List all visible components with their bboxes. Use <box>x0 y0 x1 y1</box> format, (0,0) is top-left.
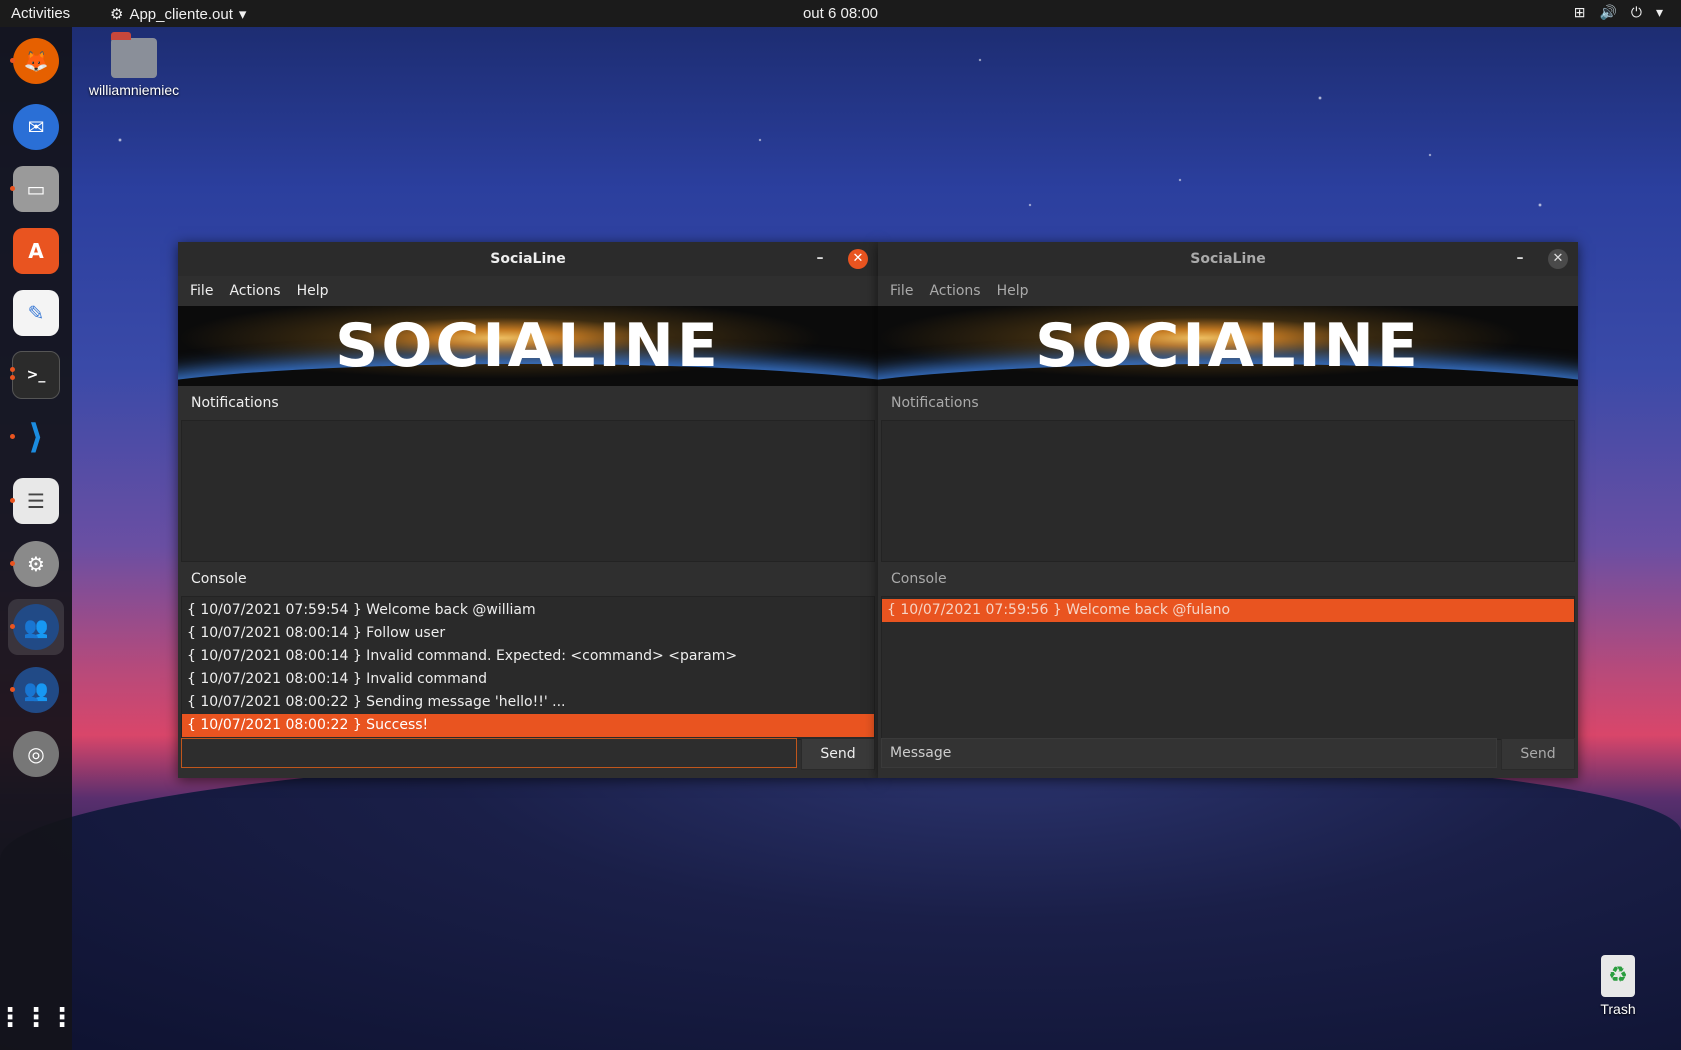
running-indicator <box>10 434 15 439</box>
window-title: SociaLine <box>490 251 566 267</box>
trash-icon: ♻ <box>1601 955 1635 997</box>
menu-help[interactable]: Help <box>989 283 1037 299</box>
running-indicator <box>10 498 15 503</box>
notifications-list[interactable] <box>181 420 875 562</box>
list-item[interactable]: { 10/07/2021 08:00:14 } Invalid command.… <box>182 645 874 668</box>
dock-socialine-2[interactable]: 👥 <box>8 662 64 718</box>
banner-image: SOCIALINE <box>178 306 878 386</box>
dock-firefox[interactable]: 🦊 <box>8 33 64 89</box>
message-input[interactable] <box>181 738 797 768</box>
dock: 🦊 ✉ ▭ A ✎ >_ ⟩ ☰ ⚙ 👥 👥 ◎ ⋮⋮⋮ <box>0 27 75 1050</box>
menu-help[interactable]: Help <box>289 283 337 299</box>
banner-logo-text: SOCIALINE <box>1035 311 1421 381</box>
settings-icon: ⚙ <box>13 541 59 587</box>
running-indicator <box>10 687 15 692</box>
list-item[interactable]: { 10/07/2021 08:00:14 } Follow user <box>182 622 874 645</box>
console-label: Console <box>891 571 947 587</box>
close-button[interactable]: ✕ <box>1548 249 1568 269</box>
grid-icon: ⋮⋮⋮ <box>0 1003 75 1033</box>
console-list[interactable]: { 10/07/2021 07:59:54 } Welcome back @wi… <box>181 596 875 740</box>
disc-icon: ◎ <box>13 731 59 777</box>
software-icon: A <box>13 228 59 274</box>
dock-settings[interactable]: ⚙ <box>8 536 64 592</box>
vscode-icon: ⟩ <box>28 417 44 457</box>
console-list[interactable]: { 10/07/2021 07:59:56 } Welcome back @fu… <box>881 596 1575 740</box>
minimize-button[interactable]: – <box>1510 248 1530 268</box>
text-editor-icon: ✎ <box>13 290 59 336</box>
network-icon: ⊞ <box>1573 4 1586 20</box>
notifications-label: Notifications <box>191 395 279 411</box>
clock[interactable]: out 6 08:00 <box>0 5 1681 22</box>
menu-actions[interactable]: Actions <box>221 283 288 299</box>
menu-actions[interactable]: Actions <box>921 283 988 299</box>
dock-thunderbird[interactable]: ✉ <box>8 99 64 155</box>
notifications-label: Notifications <box>891 395 979 411</box>
list-item-selected[interactable]: { 10/07/2021 08:00:22 } Success! <box>182 714 874 737</box>
list-item-selected[interactable]: { 10/07/2021 07:59:56 } Welcome back @fu… <box>882 599 1574 622</box>
people-icon: 👥 <box>13 667 59 713</box>
running-indicator <box>10 367 15 372</box>
dock-document-viewer[interactable]: ☰ <box>8 473 64 529</box>
close-button[interactable]: ✕ <box>848 249 868 269</box>
clock-label: out 6 08:00 <box>802 5 879 22</box>
dock-disc[interactable]: ◎ <box>8 726 64 782</box>
running-indicator <box>10 186 15 191</box>
dock-files[interactable]: ▭ <box>8 161 64 217</box>
window-title: SociaLine <box>1190 251 1266 267</box>
socialine-window-right: SociaLine – ✕ File Actions Help SOCIALIN… <box>878 242 1578 778</box>
terminal-icon: >_ <box>12 351 60 399</box>
power-icon: ⏻ <box>1630 4 1642 20</box>
firefox-icon: 🦊 <box>13 38 59 84</box>
dock-text-editor[interactable]: ✎ <box>8 285 64 341</box>
dock-socialine-1[interactable]: 👥 <box>8 599 64 655</box>
chevron-down-icon: ▾ <box>1655 4 1663 20</box>
system-tray[interactable]: ⊞ 🔊 ⏻ ▾ <box>1574 4 1663 21</box>
window-titlebar[interactable]: SociaLine – ✕ <box>878 242 1578 276</box>
console-label: Console <box>191 571 247 587</box>
window-titlebar[interactable]: SociaLine – ✕ <box>178 242 878 276</box>
message-row: Send <box>181 738 875 770</box>
socialine-window-left: SociaLine – ✕ File Actions Help SOCIALIN… <box>178 242 878 778</box>
menu-bar: File Actions Help <box>178 276 878 306</box>
home-folder-icon <box>111 32 157 78</box>
menu-bar: File Actions Help <box>878 276 1578 306</box>
home-folder-label: williamniemiec <box>88 82 180 98</box>
desktop-trash[interactable]: ♻ Trash <box>1590 955 1646 1017</box>
dock-vscode[interactable]: ⟩ <box>8 409 64 465</box>
message-input[interactable] <box>881 738 1497 768</box>
files-icon: ▭ <box>13 166 59 212</box>
running-indicator <box>10 624 15 629</box>
running-indicator <box>10 561 15 566</box>
notifications-list[interactable] <box>881 420 1575 562</box>
running-indicator <box>10 58 15 63</box>
send-button[interactable]: Send <box>801 738 875 770</box>
document-viewer-icon: ☰ <box>13 478 59 524</box>
desktop-home-folder[interactable]: williamniemiec <box>82 32 186 98</box>
menu-file[interactable]: File <box>182 283 221 299</box>
message-row: Send <box>881 738 1575 770</box>
thunderbird-icon: ✉ <box>13 104 59 150</box>
send-button[interactable]: Send <box>1501 738 1575 770</box>
people-icon: 👥 <box>13 604 59 650</box>
top-bar: Activities ⚙ App_cliente.out ▾ out 6 08:… <box>0 0 1681 27</box>
banner-image: SOCIALINE <box>878 306 1578 386</box>
wallpaper-hill <box>0 750 1681 1050</box>
list-item[interactable]: { 10/07/2021 08:00:22 } Sending message … <box>182 691 874 714</box>
dock-software[interactable]: A <box>8 223 64 279</box>
running-indicator <box>10 375 15 380</box>
list-item[interactable]: { 10/07/2021 08:00:14 } Invalid command <box>182 668 874 691</box>
volume-icon: 🔊 <box>1599 4 1617 20</box>
list-item[interactable]: { 10/07/2021 07:59:54 } Welcome back @wi… <box>182 599 874 622</box>
trash-label: Trash <box>1600 1001 1636 1017</box>
banner-logo-text: SOCIALINE <box>335 311 721 381</box>
minimize-button[interactable]: – <box>810 248 830 268</box>
show-applications-button[interactable]: ⋮⋮⋮ <box>0 990 75 1046</box>
menu-file[interactable]: File <box>882 283 921 299</box>
dock-terminal[interactable]: >_ <box>8 347 64 403</box>
